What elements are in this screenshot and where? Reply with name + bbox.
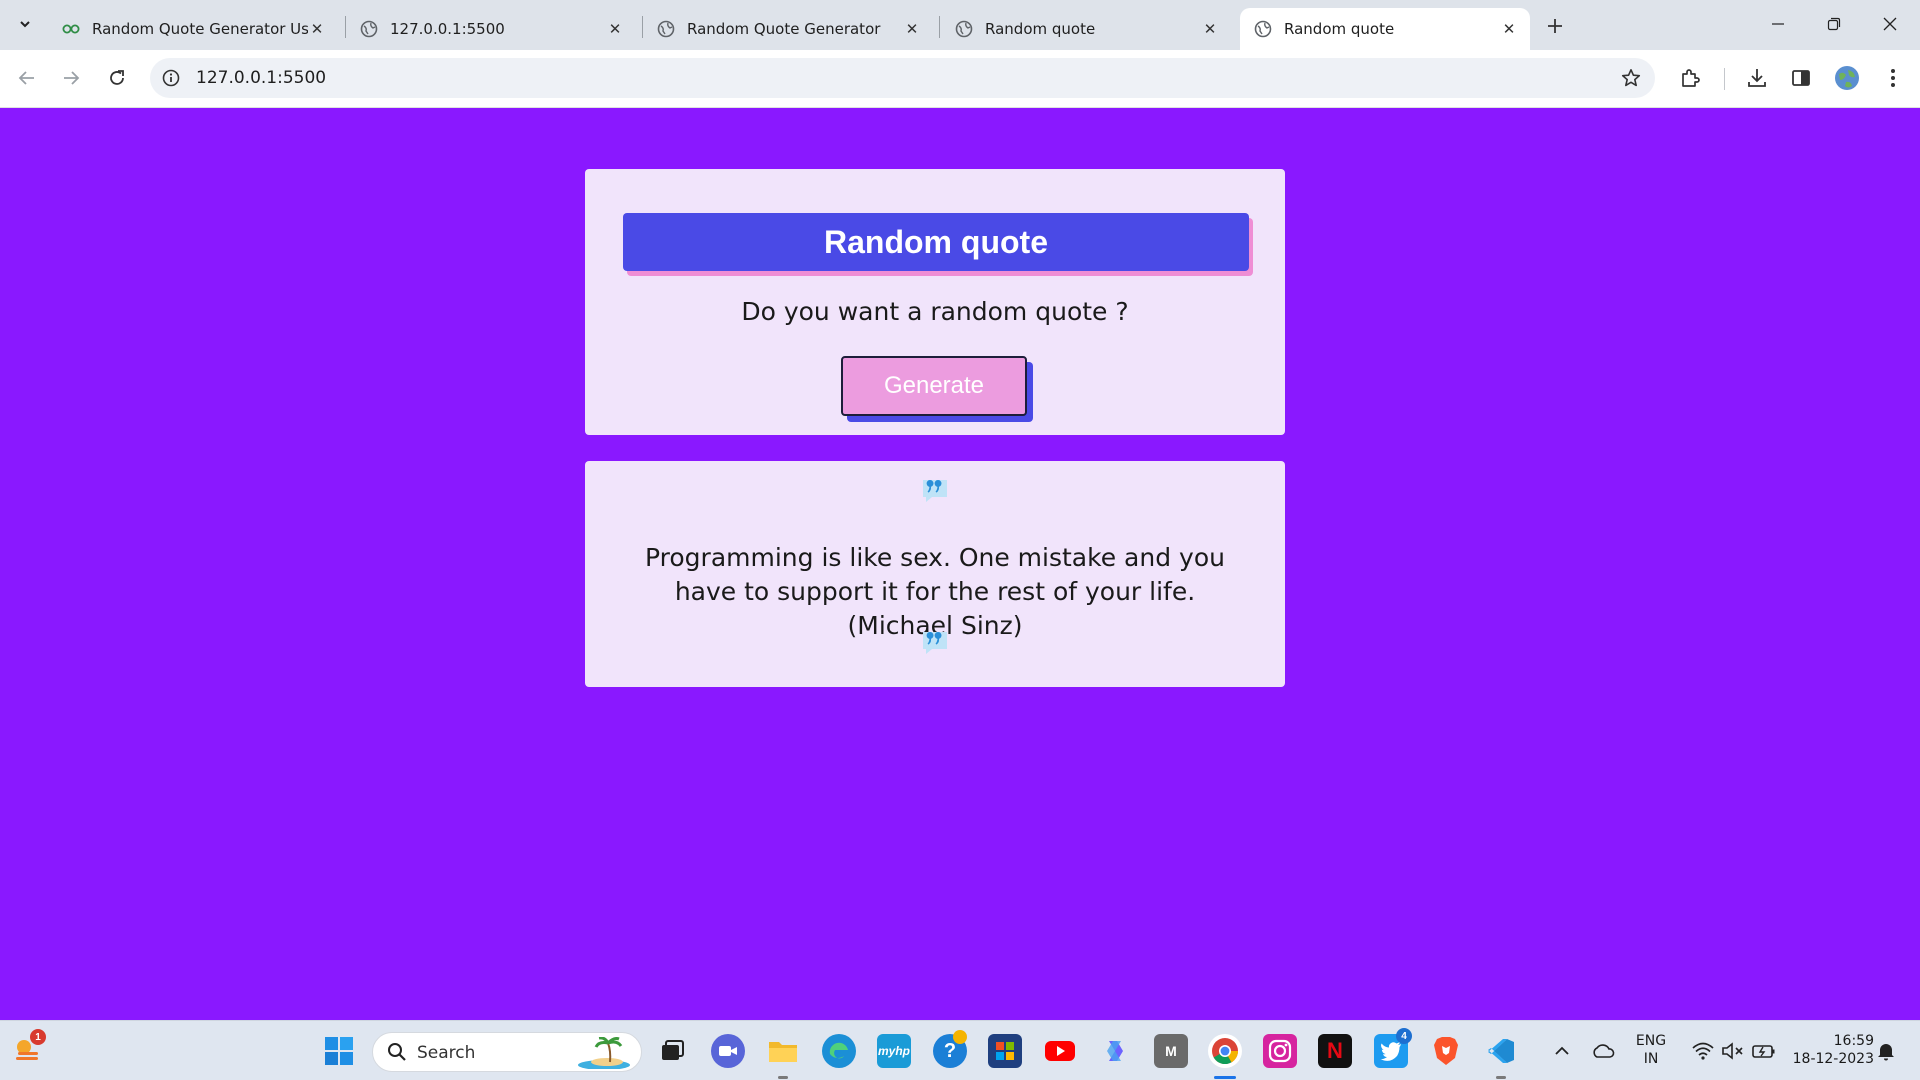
back-button[interactable] bbox=[10, 61, 44, 95]
tab-title: 127.0.0.1:5500 bbox=[390, 20, 505, 38]
input-language[interactable]: ENG IN bbox=[1630, 1032, 1672, 1068]
profile-avatar[interactable] bbox=[1832, 63, 1862, 93]
reload-button[interactable] bbox=[100, 61, 134, 95]
quote-open-icon bbox=[919, 477, 951, 505]
close-window-button[interactable] bbox=[1862, 0, 1918, 48]
task-view-icon[interactable] bbox=[655, 1034, 689, 1068]
quick-settings[interactable] bbox=[1680, 1034, 1788, 1068]
download-icon[interactable] bbox=[1742, 63, 1772, 93]
quote-text: Programming is like sex. One mistake and… bbox=[645, 543, 1225, 640]
side-panel-icon[interactable] bbox=[1786, 63, 1816, 93]
clock[interactable]: 16:59 18-12-2023 bbox=[1778, 1032, 1874, 1068]
globe-icon bbox=[1254, 20, 1272, 38]
geeksforgeeks-icon bbox=[62, 20, 80, 38]
youtube-icon[interactable] bbox=[1043, 1034, 1077, 1068]
taskbar-search[interactable]: Search bbox=[372, 1032, 642, 1072]
close-icon[interactable]: ✕ bbox=[1500, 20, 1518, 38]
beach-illustration-icon bbox=[578, 1037, 630, 1069]
chrome-icon[interactable] bbox=[1208, 1034, 1242, 1068]
address-bar[interactable]: 127.0.0.1:5500 bbox=[150, 58, 1655, 98]
tab-separator bbox=[939, 16, 940, 38]
twitter-icon[interactable]: 4 bbox=[1374, 1028, 1412, 1068]
chevron-up-icon[interactable] bbox=[1545, 1034, 1579, 1068]
more-menu-icon[interactable] bbox=[1878, 63, 1908, 93]
running-indicator bbox=[1496, 1076, 1506, 1079]
brave-browser-icon[interactable] bbox=[1429, 1034, 1463, 1068]
quote-close-icon bbox=[919, 629, 951, 657]
tab-title: Random quote bbox=[985, 20, 1096, 38]
restore-icon bbox=[1827, 17, 1841, 31]
close-icon[interactable]: ✕ bbox=[606, 20, 624, 38]
new-tab-button[interactable] bbox=[1541, 12, 1569, 40]
info-icon[interactable] bbox=[160, 67, 182, 89]
tab-3[interactable]: Random quote ✕ bbox=[941, 8, 1231, 50]
help-app-icon[interactable]: ? bbox=[933, 1030, 967, 1068]
tab-4-active[interactable]: Random quote ✕ bbox=[1240, 8, 1530, 50]
battery-charging-icon bbox=[1752, 1045, 1775, 1058]
microsoft-store-icon[interactable] bbox=[988, 1034, 1022, 1068]
restore-button[interactable] bbox=[1806, 0, 1862, 48]
vscode-icon[interactable] bbox=[1484, 1034, 1518, 1068]
minimize-icon bbox=[1772, 23, 1784, 25]
taskbar: 1 Search myhp ? M N 4 ENG IN 16:59 18-12… bbox=[0, 1020, 1920, 1080]
arrow-left-icon bbox=[18, 71, 34, 85]
arrow-right-icon bbox=[64, 71, 80, 85]
tab-title: Random Quote Generator bbox=[687, 20, 881, 38]
clock-time: 16:59 bbox=[1833, 1033, 1874, 1049]
region-code: IN bbox=[1643, 1051, 1659, 1067]
prompt-text: Do you want a random quote ? bbox=[741, 297, 1129, 326]
notification-bell-icon[interactable] bbox=[1874, 1034, 1898, 1068]
mail-m-app-icon[interactable]: M bbox=[1154, 1034, 1188, 1068]
close-icon[interactable]: ✕ bbox=[308, 20, 326, 38]
tab-0[interactable]: Random Quote Generator Using ✕ bbox=[48, 8, 338, 50]
extensions-puzzle-icon[interactable] bbox=[1676, 63, 1706, 93]
instagram-icon[interactable] bbox=[1263, 1034, 1297, 1068]
onedrive-cloud-icon[interactable] bbox=[1586, 1034, 1620, 1068]
copilot-icon[interactable] bbox=[1098, 1034, 1132, 1068]
twitter-badge: 4 bbox=[1396, 1028, 1412, 1044]
page-title: Random quote bbox=[623, 213, 1249, 271]
tab-search-button[interactable] bbox=[9, 7, 41, 41]
tab-2[interactable]: Random Quote Generator ✕ bbox=[643, 8, 933, 50]
clock-date: 18-12-2023 bbox=[1792, 1051, 1874, 1067]
language-code: ENG bbox=[1635, 1033, 1667, 1049]
close-icon bbox=[1883, 17, 1897, 31]
toolbar-divider bbox=[1724, 68, 1725, 90]
generator-card: Random quote Do you want a random quote … bbox=[585, 169, 1285, 435]
speaker-muted-icon bbox=[1722, 1042, 1743, 1060]
file-explorer-icon[interactable] bbox=[766, 1034, 800, 1068]
close-icon[interactable]: ✕ bbox=[1201, 20, 1219, 38]
search-placeholder: Search bbox=[417, 1043, 476, 1063]
reload-icon bbox=[110, 70, 124, 85]
generate-button[interactable]: Generate bbox=[841, 356, 1027, 416]
tab-title: Random Quote Generator Using bbox=[92, 20, 308, 38]
globe-icon bbox=[657, 20, 675, 38]
active-app-indicator bbox=[1214, 1076, 1236, 1079]
minimize-button[interactable] bbox=[1750, 0, 1806, 48]
edge-browser-icon[interactable] bbox=[822, 1034, 856, 1068]
windows-start-icon[interactable] bbox=[322, 1034, 356, 1068]
bookmark-star-icon[interactable] bbox=[1619, 66, 1643, 90]
teams-chat-icon[interactable] bbox=[711, 1034, 745, 1068]
weather-badge: 1 bbox=[30, 1029, 46, 1045]
quote-card: Programming is like sex. One mistake and… bbox=[585, 461, 1285, 687]
wifi-icon bbox=[1692, 1042, 1714, 1060]
netflix-icon[interactable]: N bbox=[1318, 1034, 1352, 1068]
globe-icon bbox=[955, 20, 973, 38]
help-badge-icon bbox=[953, 1030, 967, 1044]
search-icon bbox=[388, 1043, 406, 1061]
browser-toolbar: 127.0.0.1:5500 bbox=[0, 50, 1920, 108]
globe-icon bbox=[360, 20, 378, 38]
running-indicator bbox=[778, 1076, 788, 1079]
myhp-app-icon[interactable]: myhp bbox=[877, 1034, 911, 1068]
url-text[interactable]: 127.0.0.1:5500 bbox=[196, 68, 326, 88]
close-icon[interactable]: ✕ bbox=[903, 20, 921, 38]
weather-widget-icon[interactable]: 1 bbox=[10, 1029, 46, 1067]
tab-1[interactable]: 127.0.0.1:5500 ✕ bbox=[346, 8, 636, 50]
tab-strip: Random Quote Generator Using ✕ 127.0.0.1… bbox=[0, 0, 1920, 50]
forward-button[interactable] bbox=[54, 61, 88, 95]
chevron-down-icon bbox=[20, 21, 30, 28]
plus-icon bbox=[1548, 19, 1562, 33]
tab-title: Random quote bbox=[1284, 20, 1395, 38]
